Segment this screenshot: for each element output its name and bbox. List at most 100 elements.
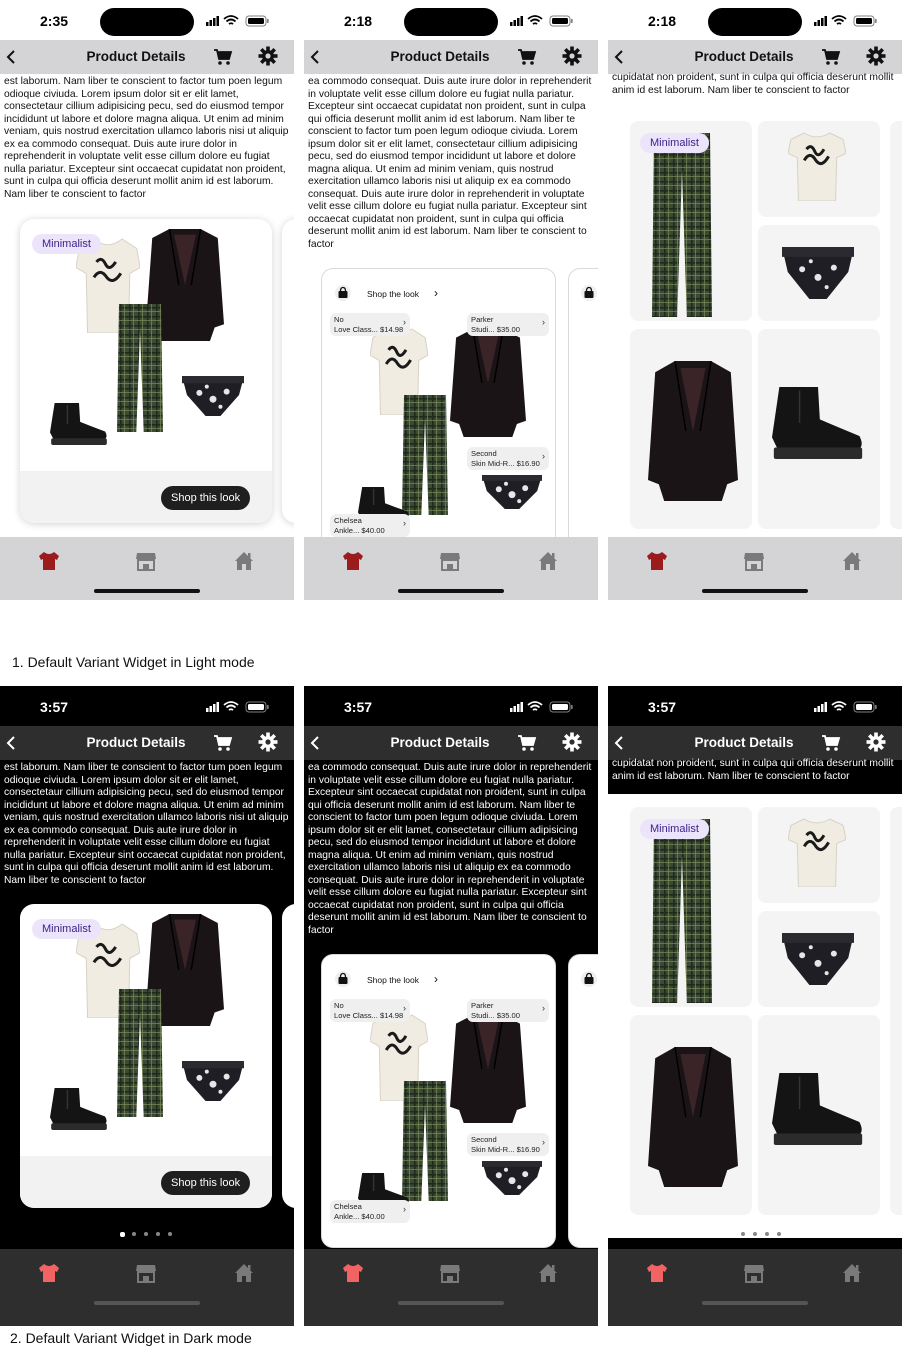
carousel-indicator[interactable] (729, 1231, 789, 1238)
store-icon[interactable] (742, 1261, 766, 1285)
phone-screen-light-3: 2:18 Product Details cupidatat non proiden… (608, 0, 902, 600)
carousel-dot[interactable] (753, 1232, 757, 1236)
phone-screen-light-2: 2:18 Product Details ea commodo consequat.… (304, 0, 598, 600)
shirt-icon[interactable] (645, 1261, 669, 1285)
shop-the-look-card[interactable]: Shop the look › No Love Class... $14.98 › Par… (321, 268, 556, 562)
carousel-dot[interactable] (132, 1232, 136, 1236)
brief-image (782, 931, 854, 990)
product-tag[interactable]: Parker Studi... $35.00 › (467, 999, 549, 1022)
carousel-dot[interactable] (729, 1231, 734, 1237)
carousel-indicator[interactable] (120, 1231, 180, 1238)
store-icon[interactable] (134, 549, 158, 573)
store-icon[interactable] (438, 1261, 462, 1285)
pants-image (117, 304, 163, 437)
cart-icon[interactable] (517, 734, 537, 752)
style-tag[interactable]: Minimalist (32, 234, 101, 254)
chevron-left-icon[interactable] (5, 49, 17, 65)
product-tag[interactable]: Parker Studi... $35.00 › (467, 313, 549, 336)
store-icon[interactable] (742, 549, 766, 573)
next-look-card-peek[interactable] (568, 954, 598, 1248)
shirt-icon[interactable] (341, 549, 365, 573)
store-icon[interactable] (134, 1261, 158, 1285)
home-icon[interactable] (232, 1261, 256, 1285)
home-indicator[interactable] (702, 1301, 808, 1305)
next-look-card-peek[interactable] (282, 219, 294, 523)
gear-icon[interactable] (258, 46, 278, 66)
home-icon[interactable] (840, 1261, 864, 1285)
home-indicator[interactable] (398, 1301, 504, 1305)
navigation-bar: Product Details (608, 40, 902, 74)
description-text: est laborum. Nam liber te conscient to f… (4, 762, 289, 886)
chevron-left-icon[interactable] (309, 49, 321, 65)
carousel-dot[interactable] (156, 1232, 160, 1236)
dynamic-island (708, 8, 802, 36)
home-indicator[interactable] (702, 589, 808, 593)
shopping-bag-icon (335, 971, 351, 992)
jacket-image (450, 1014, 526, 1128)
dynamic-island (404, 8, 498, 36)
cart-icon[interactable] (821, 734, 841, 752)
look-card[interactable]: Minimalist Shop this look (20, 219, 272, 523)
shop-the-look-card[interactable]: Shop the look › No Love Class... $14.98 › Par… (321, 954, 556, 1248)
next-look-tile-peek[interactable] (890, 121, 902, 529)
chevron-left-icon[interactable] (5, 735, 17, 751)
home-icon[interactable] (840, 549, 864, 573)
next-look-card-peek[interactable] (568, 268, 598, 562)
product-tag[interactable]: Chelsea Ankle... $40.00 › (330, 1200, 410, 1223)
shirt-icon[interactable] (341, 1261, 365, 1285)
chevron-left-icon[interactable] (309, 735, 321, 751)
home-icon[interactable] (536, 549, 560, 573)
home-icon[interactable] (536, 1261, 560, 1285)
shirt-icon[interactable] (37, 1261, 61, 1285)
chevron-left-icon[interactable] (613, 49, 625, 65)
cart-icon[interactable] (517, 48, 537, 66)
product-tag[interactable]: No Love Class... $14.98 › (330, 313, 410, 336)
product-tag[interactable]: No Love Class... $14.98 › (330, 999, 410, 1022)
carousel-dot[interactable] (765, 1232, 769, 1236)
style-tag[interactable]: Minimalist (32, 919, 101, 939)
carousel-dot[interactable] (168, 1232, 172, 1236)
gear-icon[interactable] (866, 732, 886, 752)
style-tag[interactable]: Minimalist (640, 819, 709, 839)
next-look-card-peek[interactable] (282, 904, 294, 1208)
cart-icon[interactable] (821, 48, 841, 66)
gear-icon[interactable] (258, 732, 278, 752)
status-icons (206, 14, 270, 28)
shop-the-look-label[interactable]: Shop the look (367, 975, 419, 985)
status-icons (814, 14, 878, 28)
product-tag-price: Skin Mid-R... $16.90 (471, 1144, 540, 1154)
gear-icon[interactable] (562, 46, 582, 66)
shirt-icon[interactable] (645, 549, 669, 573)
cart-icon[interactable] (213, 48, 233, 66)
home-indicator[interactable] (94, 1301, 200, 1305)
carousel-dot[interactable] (144, 1232, 148, 1236)
shop-the-look-label[interactable]: Shop the look (367, 289, 419, 299)
product-tag[interactable]: Second Skin Mid-R... $16.90 › (467, 1133, 549, 1156)
look-card[interactable]: Minimalist Shop this look (20, 904, 272, 1208)
gear-icon[interactable] (562, 732, 582, 752)
carousel-dot[interactable] (741, 1232, 745, 1236)
boot-image (772, 387, 864, 464)
chevron-right-icon: › (434, 286, 438, 300)
status-time: 3:57 (648, 699, 677, 715)
next-look-tile-peek[interactable] (890, 807, 902, 1215)
style-tag[interactable]: Minimalist (640, 133, 709, 153)
store-icon[interactable] (438, 549, 462, 573)
home-indicator[interactable] (94, 589, 200, 593)
shop-this-look-button[interactable]: Shop this look (161, 486, 251, 510)
shop-this-look-button[interactable]: Shop this look (161, 1171, 251, 1195)
shirt-icon[interactable] (37, 549, 61, 573)
gear-icon[interactable] (866, 46, 886, 66)
chevron-left-icon[interactable] (613, 735, 625, 751)
carousel-dot[interactable] (120, 1231, 125, 1237)
home-icon[interactable] (232, 549, 256, 573)
carousel-dot[interactable] (777, 1232, 781, 1236)
cart-icon[interactable] (213, 734, 233, 752)
product-tag[interactable]: Chelsea Ankle... $40.00 › (330, 514, 410, 537)
status-bar: 2:18 (304, 0, 598, 40)
description-text: ea commodo consequat. Duis aute irure do… (308, 76, 592, 250)
phone-screen-dark-1: 3:57 Product Details est laborum. Nam libe… (0, 686, 294, 1326)
home-indicator[interactable] (398, 589, 504, 593)
product-tag[interactable]: Second Skin Mid-R... $16.90 › (467, 447, 549, 470)
jacket-image (450, 328, 526, 442)
